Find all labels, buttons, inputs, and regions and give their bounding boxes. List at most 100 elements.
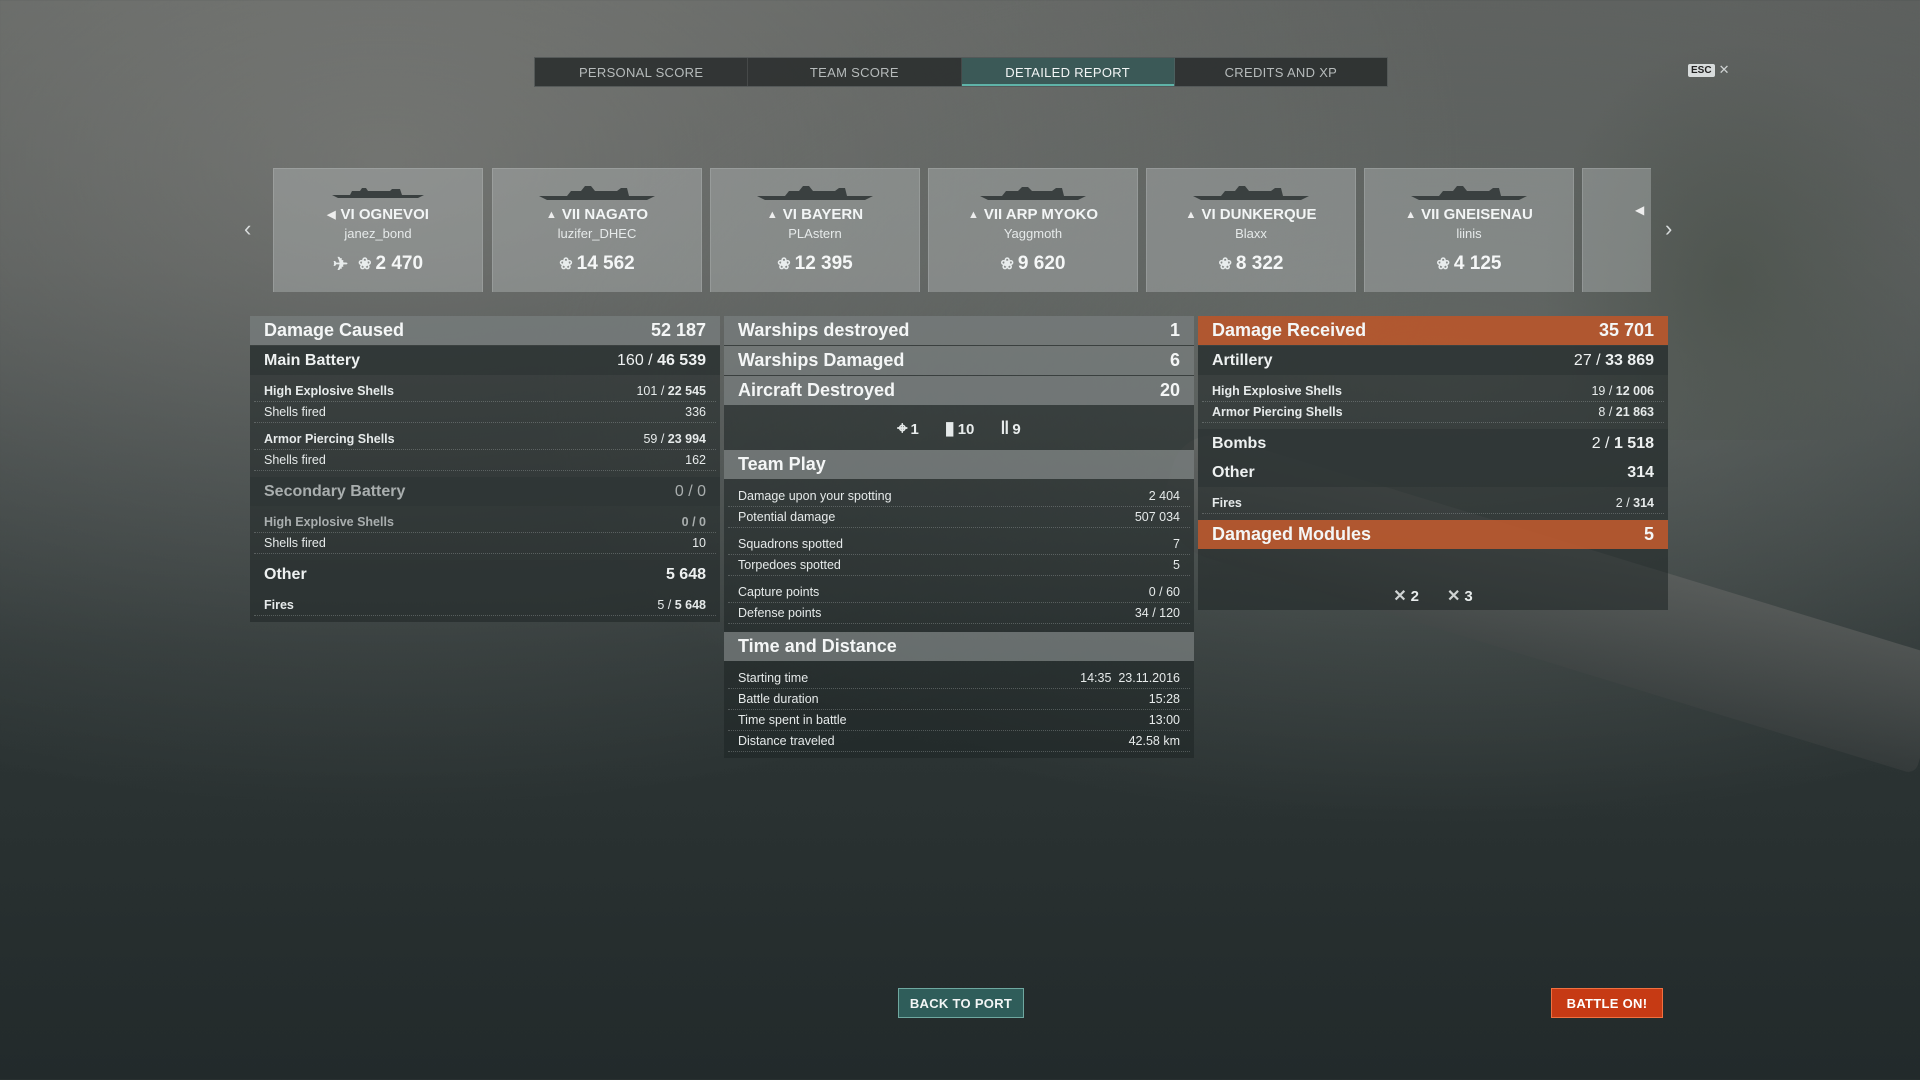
ship-card[interactable]: ▲ VII GNEISENAU liinis ❀ 4 125: [1364, 168, 1574, 292]
warships-destroyed-row: Warships destroyed 1: [724, 316, 1194, 345]
carousel-next-arrow-icon[interactable]: ›: [1665, 216, 1672, 242]
warships-damaged-row: Warships Damaged 6: [724, 346, 1194, 375]
damage-caused-header: Damage Caused 52 187: [250, 316, 720, 345]
laurel-icon: ❀: [1218, 256, 1232, 273]
laurel-icon: ❀: [358, 256, 372, 273]
fighter-icon: ⌖: [897, 417, 908, 438]
close-button[interactable]: ESC ✕: [1688, 62, 1729, 78]
ship-card[interactable]: ▲ VI DUNKERQUE Blaxx ❀ 8 322: [1146, 168, 1356, 292]
ship-xp-value: 9 620: [1017, 253, 1066, 274]
battleship-icon: ▲: [766, 208, 778, 221]
defense-points-row: Defense points 34 / 120: [728, 603, 1190, 624]
carousel-prev-arrow-icon[interactable]: ‹: [244, 216, 251, 242]
ship-silhouette-icon: [539, 186, 655, 200]
torpedoes-spotted-row: Torpedoes spotted 5: [728, 555, 1190, 576]
aircraft-destroyed-row: Aircraft Destroyed 20: [724, 376, 1194, 405]
ship-card[interactable]: ▲ VI BAYERN PLAstern ❀ 12 395: [710, 168, 920, 292]
battle-button[interactable]: BATTLE ON!: [1551, 988, 1663, 1018]
player-name: liinis: [1456, 226, 1482, 241]
ship-silhouette-icon: [332, 188, 424, 198]
main-battery-row: Main Battery 160 / 46 539: [250, 346, 720, 375]
ship-name: VI BAYERN: [782, 206, 864, 223]
ship-xp-value: 2 470: [375, 253, 424, 274]
destroyer-icon: ◀: [1635, 203, 1645, 217]
aircraft-breakdown: ⌖ 1 ▮ 10 ‖ 9: [897, 417, 1021, 438]
ship-carousel: ◀ VI OGNEVOI janez_bond ✈ ❀ 2 470 ▲ VII NA…: [273, 168, 1651, 292]
damaged-modules-header: Damaged Modules 5: [1198, 520, 1668, 549]
report-tabs: PERSONAL SCORE TEAM SCORE DETAILED REPOR…: [534, 57, 1388, 87]
ship-xp-value: 4 125: [1453, 253, 1502, 274]
ship-silhouette-icon: [1411, 186, 1527, 200]
capture-points-row: Capture points 0 / 60: [728, 582, 1190, 603]
spotting-damage-row: Damage upon your spotting 2 404: [728, 486, 1190, 507]
received-he-row: High Explosive Shells 19 / 12 006: [1202, 381, 1664, 402]
ship-xp-value: 8 322: [1235, 253, 1284, 274]
plane-kill-icon: ✈: [332, 253, 349, 274]
tab-detailed-report[interactable]: DETAILED REPORT: [961, 58, 1175, 86]
distance-traveled-row: Distance traveled 42.58 km: [728, 731, 1190, 752]
laurel-icon: ❀: [777, 256, 791, 273]
back-to-port-button[interactable]: BACK TO PORT: [898, 988, 1024, 1018]
ship-card[interactable]: ▲ VII ARP MYOKO Yaggmoth ❀ 9 620: [928, 168, 1138, 292]
starting-time-row: Starting time 14:35 23.11.2016: [728, 668, 1190, 689]
damage-caused-panel: Damage Caused 52 187 Main Battery 160 / …: [250, 316, 720, 622]
tab-credits-and-xp[interactable]: CREDITS AND XP: [1175, 58, 1387, 86]
secondary-fired-row: Shells fired 10: [254, 533, 716, 554]
ship-silhouette-icon: [1193, 186, 1309, 200]
ship-card[interactable]: ◀ VI OGNEVOI janez_bond ✈ ❀ 2 470: [273, 168, 483, 292]
player-name: Blaxx: [1235, 226, 1267, 241]
fires-row: Fires 5 / 5 648: [254, 595, 716, 616]
player-name: janez_bond: [344, 226, 412, 241]
damage-received-header: Damage Received 35 701: [1198, 316, 1668, 345]
player-name: luzifer_DHEC: [557, 226, 637, 241]
torpedo-bomber-icon: ‖: [1000, 417, 1010, 438]
laurel-icon: ❀: [1000, 256, 1014, 273]
battleship-icon: ▲: [545, 208, 557, 221]
ap-shells-row: Armor Piercing Shells 59 / 23 994: [254, 429, 716, 450]
ship-silhouette-icon: [980, 187, 1086, 200]
secondary-he-row: High Explosive Shells 0 / 0: [254, 512, 716, 533]
close-icon: ✕: [1718, 62, 1730, 77]
artillery-row: Artillery 27 / 33 869: [1198, 346, 1668, 375]
combat-stats-panel: Warships destroyed 1 Warships Damaged 6 …: [724, 316, 1194, 758]
time-distance-header: Time and Distance: [724, 632, 1194, 661]
ship-name: VII NAGATO: [561, 206, 648, 223]
laurel-icon: ❀: [1436, 256, 1450, 273]
tab-personal-score[interactable]: PERSONAL SCORE: [535, 58, 749, 86]
ship-name: VII GNEISENAU: [1421, 206, 1533, 223]
cruiser-icon: ▲: [967, 208, 979, 221]
battleship-icon: ▲: [1405, 208, 1417, 221]
damage-received-panel: Damage Received 35 701 Artillery 27 / 33…: [1198, 316, 1668, 610]
battle-duration-row: Battle duration 15:28: [728, 689, 1190, 710]
ship-xp-value: 14 562: [576, 253, 635, 274]
team-play-header: Team Play: [724, 450, 1194, 479]
potential-damage-row: Potential damage 507 034: [728, 507, 1190, 528]
ship-name: VII ARP MYOKO: [983, 206, 1099, 223]
ship-name: VI OGNEVOI: [340, 206, 429, 223]
tab-team-score[interactable]: TEAM SCORE: [748, 58, 962, 86]
steering-gear-icon: ✕: [1393, 588, 1407, 605]
destroyer-icon: ◀: [327, 209, 336, 221]
turret-icon: ✕: [1447, 588, 1461, 605]
received-fires-row: Fires 2 / 314: [1202, 493, 1664, 514]
time-in-battle-row: Time spent in battle 13:00: [728, 710, 1190, 731]
secondary-battery-row: Secondary Battery 0 / 0: [250, 477, 720, 506]
ap-shells-fired-row: Shells fired 162: [254, 450, 716, 471]
bomb-icon: ▮: [944, 417, 955, 438]
he-shells-fired-row: Shells fired 336: [254, 402, 716, 423]
ship-xp-value: 12 395: [794, 253, 853, 274]
received-other-row: Other 314: [1198, 458, 1668, 487]
laurel-icon: ❀: [559, 256, 573, 273]
player-name: Yaggmoth: [1003, 226, 1063, 241]
battleship-icon: ▲: [1185, 208, 1197, 221]
he-shells-row: High Explosive Shells 101 / 22 545: [254, 381, 716, 402]
other-damage-row: Other 5 648: [250, 560, 720, 589]
squadrons-spotted-row: Squadrons spotted 7: [728, 534, 1190, 555]
ship-card[interactable]: ▲ VII NAGATO luzifer_DHEC ❀ 14 562: [492, 168, 702, 292]
bombs-row: Bombs 2 / 1 518: [1198, 429, 1668, 458]
ship-name: VI DUNKERQUE: [1201, 206, 1317, 223]
ship-card-partial[interactable]: ◀: [1582, 168, 1651, 292]
received-ap-row: Armor Piercing Shells 8 / 21 863: [1202, 402, 1664, 423]
esc-key-label: ESC: [1688, 63, 1715, 77]
ship-silhouette-icon: [757, 186, 873, 200]
